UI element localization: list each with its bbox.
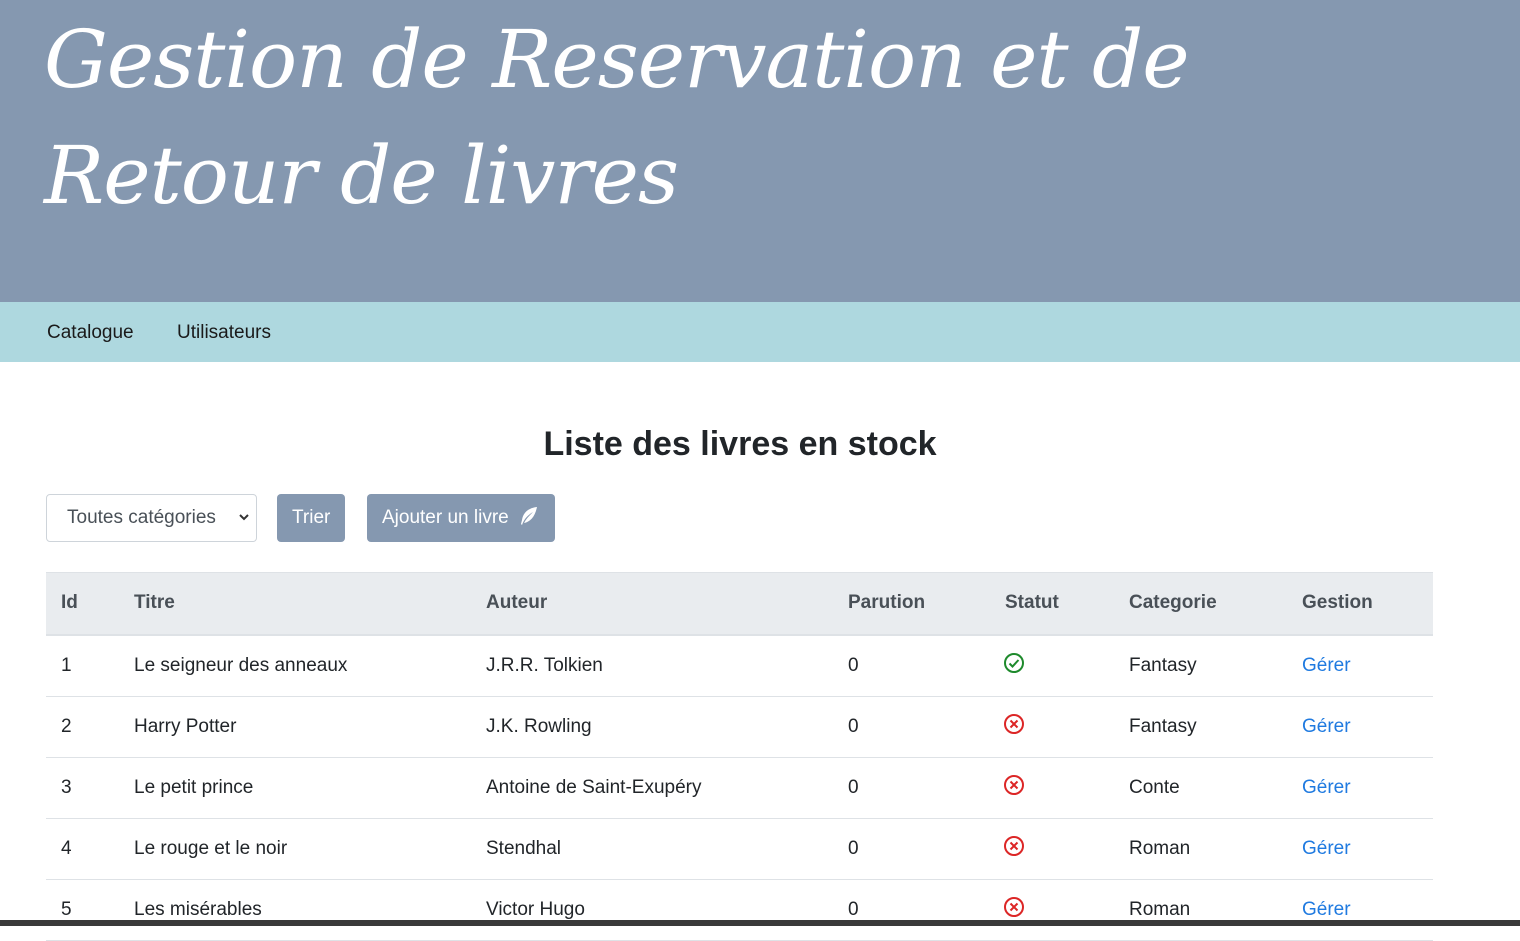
cell-gestion: Gérer bbox=[1287, 818, 1433, 880]
category-select-value: Toutes catégories bbox=[67, 507, 216, 528]
cell-id: 3 bbox=[46, 757, 119, 819]
x-circle-icon bbox=[1004, 835, 1024, 856]
nav-item-catalogue[interactable]: Catalogue bbox=[47, 321, 134, 345]
manage-link[interactable]: Gérer bbox=[1302, 716, 1351, 737]
cell-id: 2 bbox=[46, 696, 119, 758]
sort-button[interactable]: Trier bbox=[277, 494, 346, 542]
page-title: Liste des livres en stock bbox=[543, 425, 937, 463]
cell-parution: 0 bbox=[833, 696, 990, 758]
table-row: 2 Harry Potter J.K. Rowling 0 Fantasy Gé… bbox=[46, 696, 1433, 758]
cell-categorie: Roman bbox=[1114, 818, 1287, 880]
cell-titre: Le seigneur des anneaux bbox=[119, 634, 471, 697]
cell-gestion: Gérer bbox=[1287, 634, 1433, 697]
table-row: 5 Les misérables Victor Hugo 0 Roman Gér… bbox=[46, 879, 1433, 941]
x-circle-icon bbox=[1004, 896, 1024, 917]
cell-gestion: Gérer bbox=[1287, 879, 1433, 941]
manage-link[interactable]: Gérer bbox=[1302, 777, 1351, 798]
manage-link[interactable]: Gérer bbox=[1302, 899, 1351, 920]
cell-auteur: J.K. Rowling bbox=[471, 696, 833, 758]
cell-titre: Le petit prince bbox=[119, 757, 471, 819]
cell-titre: Le rouge et le noir bbox=[119, 818, 471, 880]
cell-gestion: Gérer bbox=[1287, 757, 1433, 819]
add-book-button-label: Ajouter un livre bbox=[382, 507, 509, 528]
col-header-parution: Parution bbox=[833, 572, 990, 636]
cell-categorie: Conte bbox=[1114, 757, 1287, 819]
site-title: Gestion de Reservation et de Retour de l… bbox=[44, 13, 1190, 222]
cell-parution: 0 bbox=[833, 634, 990, 697]
cell-titre: Harry Potter bbox=[119, 696, 471, 758]
category-select[interactable]: Toutes catégories bbox=[46, 494, 257, 542]
cell-statut bbox=[990, 818, 1114, 880]
manage-link[interactable]: Gérer bbox=[1302, 655, 1351, 676]
col-header-categorie: Categorie bbox=[1114, 572, 1287, 636]
table-row: 1 Le seigneur des anneaux J.R.R. Tolkien… bbox=[46, 634, 1433, 697]
cell-statut bbox=[990, 757, 1114, 819]
table-header-row: Id Titre Auteur Parution Statut Categori… bbox=[46, 572, 1433, 636]
chevron-down-icon bbox=[238, 495, 250, 541]
cell-categorie: Fantasy bbox=[1114, 634, 1287, 697]
navbar: Catalogue Utilisateurs bbox=[0, 302, 1520, 362]
feather-icon bbox=[521, 506, 538, 525]
add-book-button[interactable]: Ajouter un livre bbox=[367, 494, 556, 542]
x-circle-icon bbox=[1004, 713, 1024, 734]
cell-categorie: Fantasy bbox=[1114, 696, 1287, 758]
cell-gestion: Gérer bbox=[1287, 696, 1433, 758]
table-row: 4 Le rouge et le noir Stendhal 0 Roman G… bbox=[46, 818, 1433, 880]
nav-item-utilisateurs[interactable]: Utilisateurs bbox=[177, 321, 271, 345]
site-header: Gestion de Reservation et de Retour de l… bbox=[0, 0, 1520, 302]
window-bottom-edge bbox=[0, 920, 1520, 926]
cell-titre: Les misérables bbox=[119, 879, 471, 941]
manage-link[interactable]: Gérer bbox=[1302, 838, 1351, 859]
cell-statut bbox=[990, 696, 1114, 758]
cell-auteur: Victor Hugo bbox=[471, 879, 833, 941]
cell-auteur: J.R.R. Tolkien bbox=[471, 634, 833, 697]
col-header-auteur: Auteur bbox=[471, 572, 833, 636]
cell-auteur: Antoine de Saint-Exupéry bbox=[471, 757, 833, 819]
sort-button-label: Trier bbox=[292, 507, 331, 528]
cell-id: 4 bbox=[46, 818, 119, 880]
cell-auteur: Stendhal bbox=[471, 818, 833, 880]
col-header-id: Id bbox=[46, 572, 119, 636]
cell-parution: 0 bbox=[833, 879, 990, 941]
cell-parution: 0 bbox=[833, 818, 990, 880]
col-header-statut: Statut bbox=[990, 572, 1114, 636]
check-circle-icon bbox=[1004, 652, 1024, 673]
cell-id: 5 bbox=[46, 879, 119, 941]
cell-id: 1 bbox=[46, 634, 119, 697]
cell-statut bbox=[990, 634, 1114, 697]
col-header-gestion: Gestion bbox=[1287, 572, 1433, 636]
cell-parution: 0 bbox=[833, 757, 990, 819]
x-circle-icon bbox=[1004, 774, 1024, 795]
cell-statut bbox=[990, 879, 1114, 941]
table-row: 3 Le petit prince Antoine de Saint-Exupé… bbox=[46, 757, 1433, 819]
books-table: Id Titre Auteur Parution Statut Categori… bbox=[46, 572, 1433, 941]
col-header-titre: Titre bbox=[119, 572, 471, 636]
cell-categorie: Roman bbox=[1114, 879, 1287, 941]
